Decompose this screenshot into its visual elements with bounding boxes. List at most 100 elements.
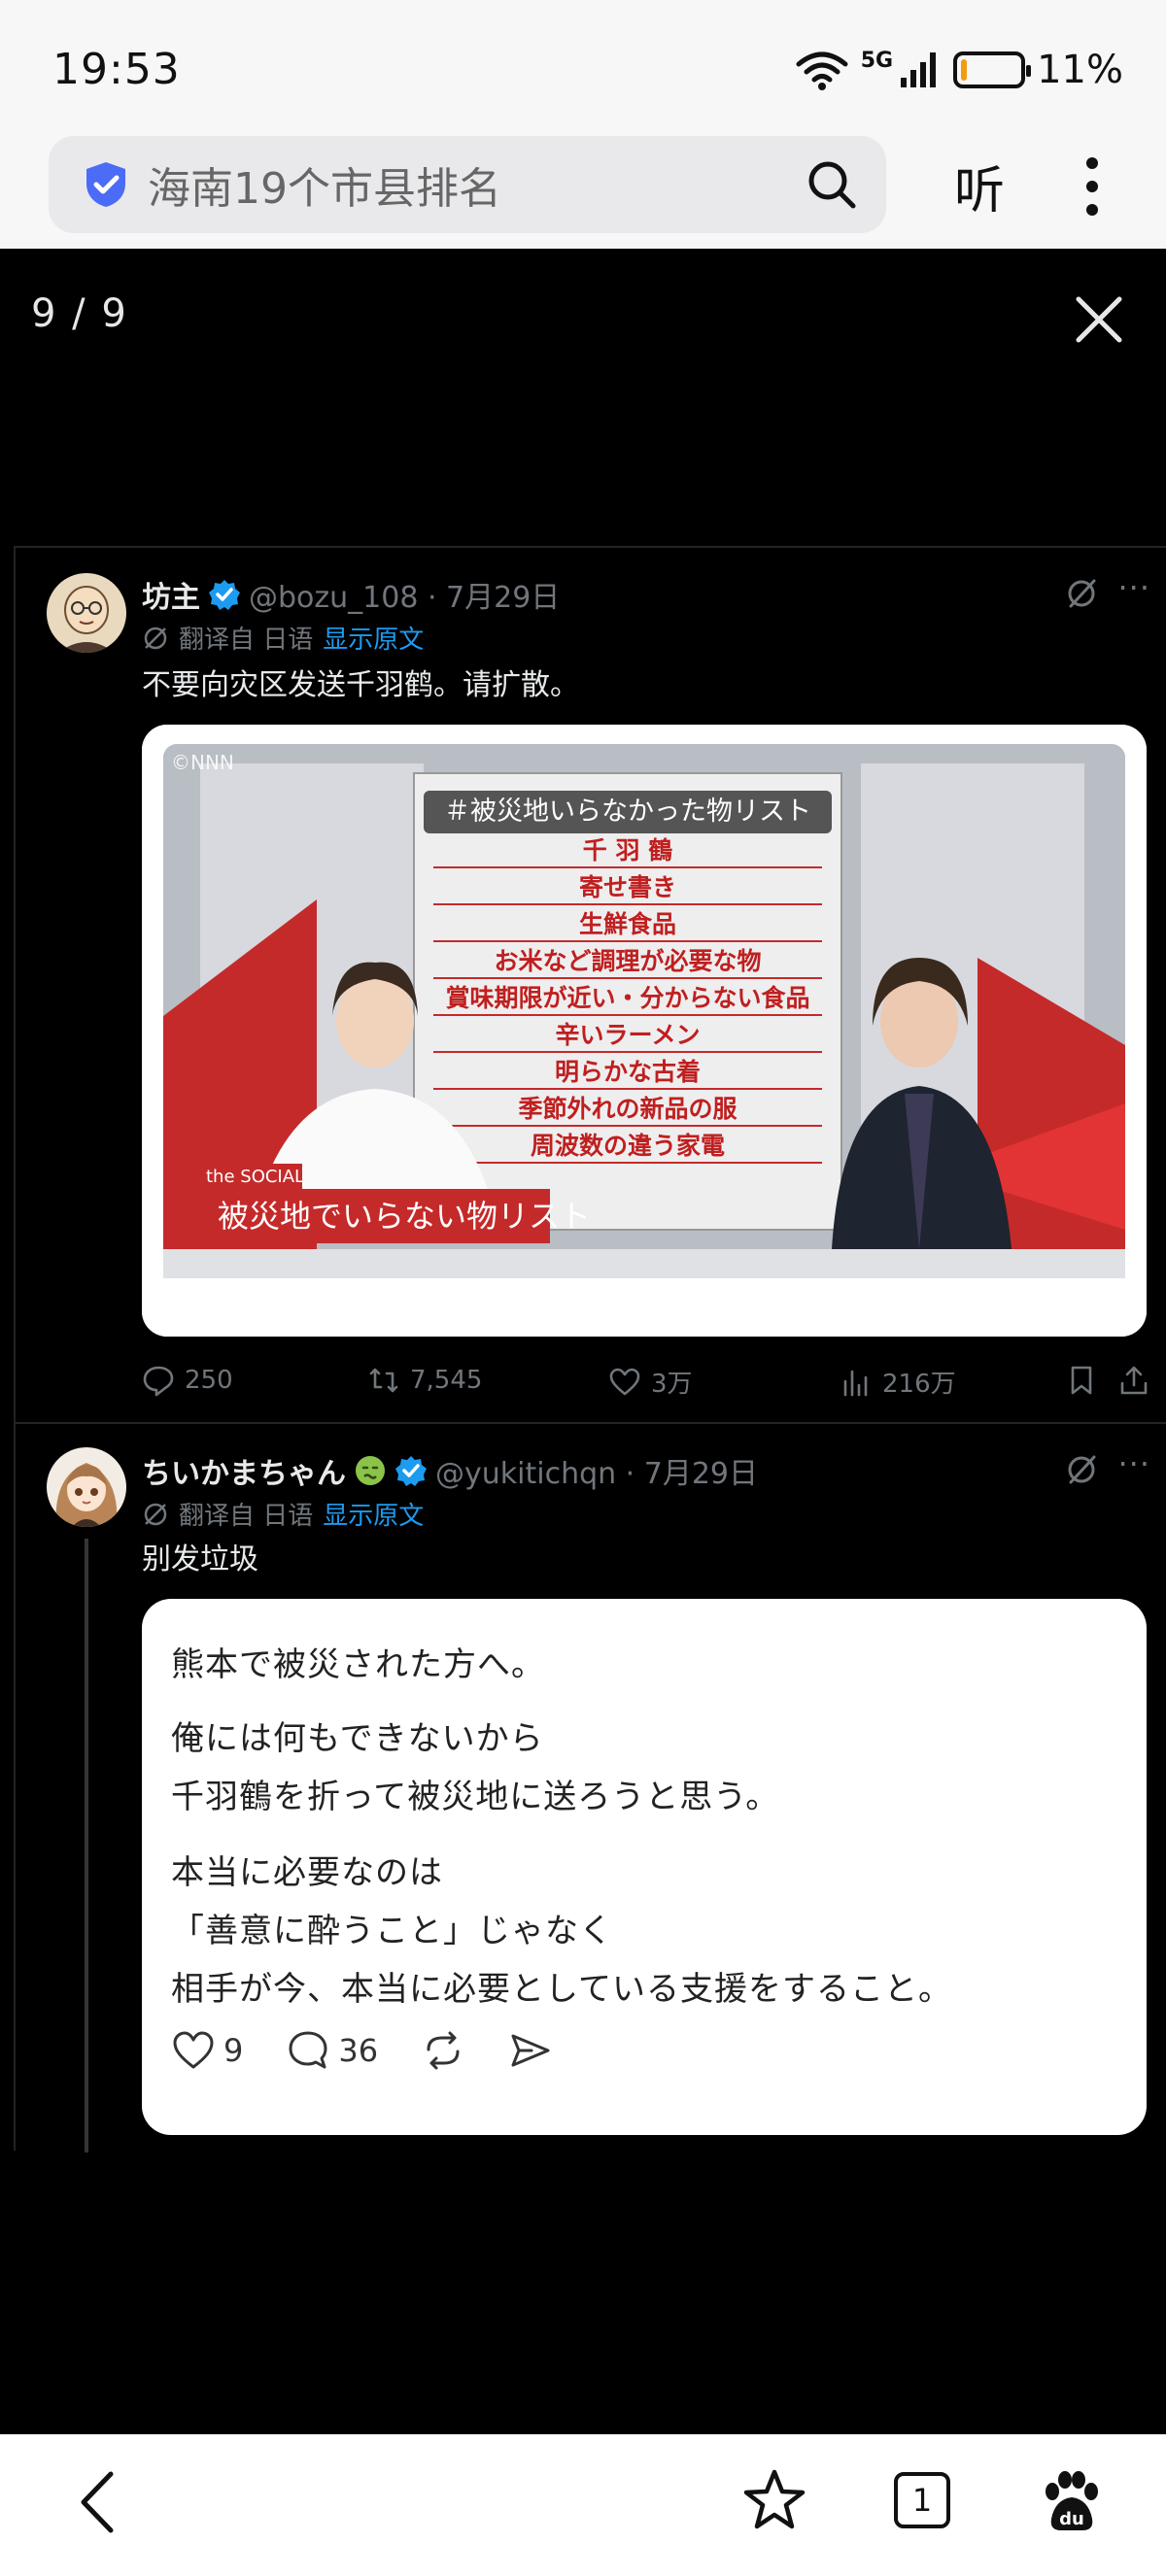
- share-button[interactable]: [1117, 1364, 1150, 1397]
- reply-button[interactable]: 250: [142, 1364, 233, 1397]
- board-underline: [433, 1088, 822, 1090]
- card-like-button[interactable]: 9: [171, 2028, 243, 2073]
- network-type: 5G: [860, 48, 894, 73]
- board-item: 生鮮食品: [579, 910, 676, 938]
- battery-percent: 11%: [1037, 48, 1123, 92]
- repost-icon: [369, 1368, 398, 1393]
- tweet-header: 坊主 @bozu_108 · 7月29日: [142, 573, 560, 616]
- page: 19:53 5G 11% 海南19个市县排名 听 9 / 9 坊主 @bozu_…: [0, 0, 1166, 2576]
- author-name[interactable]: 坊主: [142, 573, 200, 616]
- avatar[interactable]: [47, 1447, 126, 1527]
- board-underline: [433, 866, 822, 868]
- tweet-header: ちいかまちゃん @yukitichqn · 7月29日: [142, 1449, 758, 1492]
- card-like-count: 9: [223, 2032, 244, 2069]
- show-original-link[interactable]: 显示原文: [323, 1496, 424, 1532]
- tweet-divider: [16, 1422, 1166, 1424]
- board-underline: [433, 1162, 822, 1164]
- repost-count: 7,545: [410, 1366, 483, 1395]
- board-item: 周波数の違う家電: [531, 1132, 725, 1160]
- board-underline: [433, 1051, 822, 1053]
- board-underline: [433, 1014, 822, 1016]
- signal-icon: [901, 52, 937, 87]
- tweet-text: 别发垃圾: [142, 1542, 258, 1576]
- battery-level: [961, 59, 968, 81]
- card-share-button[interactable]: [508, 2028, 553, 2073]
- news-broadcast-image: ＃被災地いらなかった物リスト 千 羽 鶴寄せ書き生鮮食品お米など調理が必要な物賞…: [142, 725, 1147, 1337]
- card-comment-count: 36: [338, 2032, 379, 2069]
- avatar-monk-icon: [47, 573, 126, 653]
- image-counter: 9 / 9: [31, 291, 128, 336]
- grok-icon[interactable]: [1065, 577, 1098, 610]
- card-line: 俺には何もできないから: [171, 1719, 544, 1758]
- embedded-post-card[interactable]: 熊本で被災された方へ。 俺には何もできないから 千羽鶴を折って被災地に送ろうと思…: [142, 1599, 1147, 2135]
- tweet-actions: 250 7,545 3万 216万: [142, 1364, 1152, 1403]
- baidu-paw-icon[interactable]: du: [1038, 2468, 1106, 2536]
- bookmark-button[interactable]: [1065, 1364, 1098, 1397]
- heart-icon: [609, 1368, 640, 1395]
- board-item: 寄せ書き: [579, 873, 676, 901]
- author-handle[interactable]: @yukitichqn · 7月29日: [435, 1449, 758, 1492]
- board-item: 辛いラーメン: [555, 1021, 700, 1049]
- search-box[interactable]: 海南19个市县排名: [49, 136, 886, 233]
- status-icons: 5G 11%: [795, 47, 1123, 93]
- show-original-link[interactable]: 显示原文: [323, 620, 424, 656]
- board-underline: [433, 940, 822, 942]
- send-icon: [511, 2034, 550, 2067]
- browser-bar: 海南19个市县排名 听: [0, 136, 1166, 249]
- card-repost-button[interactable]: [421, 2028, 465, 2073]
- more-options-icon[interactable]: ···: [1117, 569, 1150, 606]
- card-line: 千羽鶴を折って被災地に送ろうと思う。: [171, 1778, 780, 1816]
- card-actions: 9 36: [171, 2026, 596, 2075]
- translation-note: 翻译自 日语 显示原文: [142, 620, 424, 656]
- translate-icon: [144, 1503, 167, 1525]
- more-menu-icon[interactable]: [1082, 155, 1102, 218]
- bottom-nav: 1 du: [0, 2434, 1166, 2576]
- card-line: 「善意に酔うこと」じゃなく: [171, 1912, 613, 1950]
- translate-icon: [144, 627, 167, 649]
- verified-badge-icon: [209, 580, 240, 610]
- grok-icon[interactable]: [1065, 1453, 1098, 1486]
- verified-badge-icon: [395, 1456, 427, 1486]
- card-comment-button[interactable]: 36: [286, 2028, 378, 2073]
- reply-icon: [143, 1366, 174, 1397]
- more-options-icon[interactable]: ···: [1117, 1445, 1150, 1482]
- wifi-icon: [796, 51, 848, 90]
- board-item: 明らかな古着: [555, 1058, 701, 1086]
- author-handle[interactable]: @bozu_108 · 7月29日: [249, 573, 560, 616]
- card-line: 相手が今、本当に必要としている支援をすること。: [171, 1970, 952, 2009]
- close-icon[interactable]: [1073, 293, 1125, 346]
- translated-from: 翻译自 日语: [179, 626, 314, 655]
- search-query[interactable]: 海南19个市县排名: [148, 153, 501, 216]
- repost-button[interactable]: 7,545: [367, 1364, 482, 1397]
- search-icon[interactable]: [806, 159, 857, 210]
- battery-icon: [953, 51, 1032, 88]
- status-time: 19:53: [52, 45, 181, 94]
- board-title: ＃被災地いらなかった物リスト: [444, 797, 811, 827]
- tabs-button[interactable]: 1: [894, 2472, 950, 2528]
- back-icon[interactable]: [74, 2468, 122, 2536]
- views-button[interactable]: 216万: [840, 1364, 956, 1400]
- board-item: 季節外れの新品の服: [518, 1095, 737, 1123]
- like-button[interactable]: 3万: [608, 1364, 693, 1400]
- board-underline: [433, 903, 822, 905]
- board-underline: [433, 1125, 822, 1127]
- reply-count: 250: [185, 1366, 233, 1395]
- bookmark-icon: [1071, 1366, 1092, 1395]
- news-caption: 被災地でいらない物リスト: [218, 1198, 591, 1235]
- listen-button[interactable]: 听: [954, 150, 1005, 222]
- card-line: 熊本で被災された方へ。: [171, 1645, 545, 1684]
- view-count: 216万: [882, 1370, 956, 1399]
- avatar[interactable]: [47, 573, 126, 653]
- avatar-anime-icon: [47, 1447, 126, 1527]
- status-bar: 19:53 5G 11%: [0, 0, 1166, 136]
- share-icon: [1120, 1366, 1148, 1395]
- tweet-text: 不要向灾区发送千羽鹤。请扩散。: [142, 668, 579, 702]
- board-underline: [433, 977, 822, 979]
- tweet-media-image[interactable]: ＃被災地いらなかった物リスト 千 羽 鶴寄せ書き 生鮮食品 お米など調理が必要な物賞…: [142, 725, 1147, 1337]
- board-item: お米など調理が必要な物: [494, 947, 761, 975]
- board-item: 賞味期限が近い・分からない食品: [445, 984, 809, 1012]
- show-tag: the SOCIAL: [206, 1167, 304, 1187]
- author-name[interactable]: ちいかまちゃん: [142, 1449, 346, 1492]
- repost-icon: [427, 2031, 460, 2070]
- star-icon[interactable]: [742, 2468, 806, 2532]
